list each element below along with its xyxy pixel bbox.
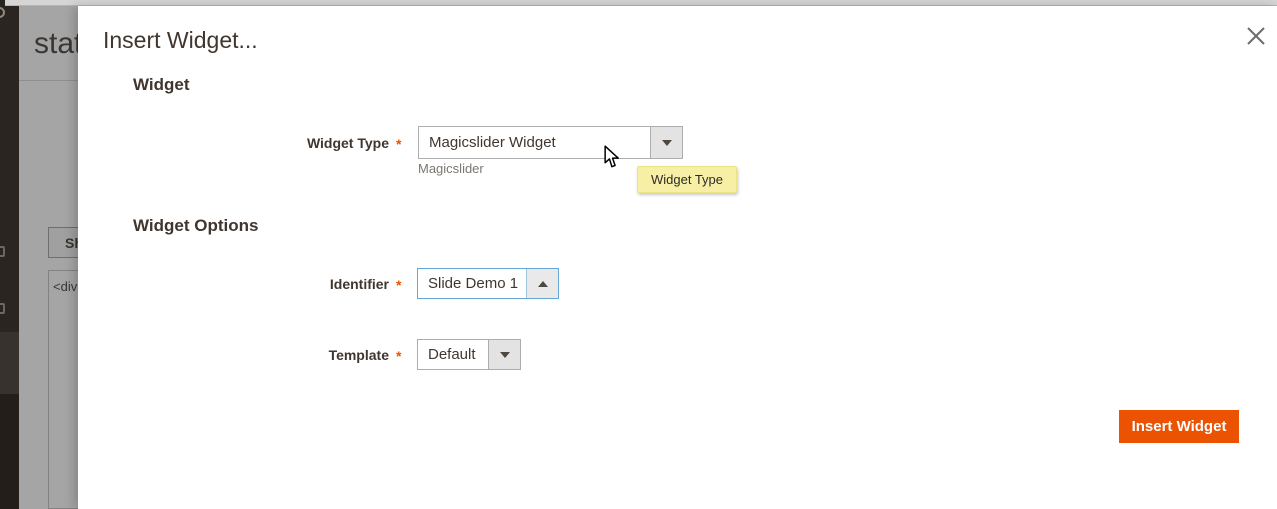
template-label: Template <box>78 347 389 363</box>
widget-type-label: Widget Type <box>78 135 389 151</box>
sidebar-top-notch <box>0 0 5 6</box>
identifier-select[interactable]: Slide Demo 1 <box>417 268 559 299</box>
chevron-down-icon <box>500 352 510 358</box>
insert-widget-button[interactable]: Insert Widget <box>1119 410 1239 443</box>
sidebar-active-item <box>0 332 19 394</box>
insert-widget-modal: Insert Widget... Widget Widget Type * Ma… <box>78 6 1277 509</box>
menu-icon-fragment <box>0 246 5 257</box>
magento-logo-fragment-icon <box>0 7 5 18</box>
widget-type-value: Magicslider Widget <box>429 127 556 158</box>
template-select[interactable]: Default <box>417 339 521 370</box>
divider <box>19 80 78 81</box>
template-value: Default <box>428 340 476 369</box>
widget-type-tooltip: Widget Type <box>637 166 737 193</box>
widget-section-heading: Widget <box>133 75 190 95</box>
mouse-cursor-icon <box>604 145 620 174</box>
menu-icon-fragment <box>0 303 5 314</box>
background-page-title: stat <box>34 27 82 61</box>
screen: stat Sh <div Insert Widget... Widget Wid… <box>0 0 1277 509</box>
identifier-value: Slide Demo 1 <box>428 269 518 298</box>
identifier-label: Identifier <box>78 276 389 292</box>
chevron-down-icon <box>662 140 672 146</box>
close-icon[interactable] <box>1245 25 1267 47</box>
textarea-code-text: <div <box>53 279 77 294</box>
required-asterisk: * <box>396 136 401 152</box>
modal-title: Insert Widget... <box>103 27 258 54</box>
required-asterisk: * <box>396 348 401 364</box>
dimmed-page-background: stat Sh <div <box>19 6 78 509</box>
widget-type-helper-text: Magicslider <box>418 161 484 176</box>
chevron-up-icon <box>538 281 548 287</box>
widget-options-heading: Widget Options <box>133 216 258 236</box>
identifier-dropdown-button[interactable] <box>526 269 558 298</box>
template-dropdown-button[interactable] <box>488 340 520 369</box>
widget-type-dropdown-button[interactable] <box>650 127 682 158</box>
sidebar-dark-section <box>0 394 19 509</box>
admin-sidebar <box>0 6 19 509</box>
widget-type-select[interactable]: Magicslider Widget <box>418 126 683 159</box>
required-asterisk: * <box>396 277 401 293</box>
